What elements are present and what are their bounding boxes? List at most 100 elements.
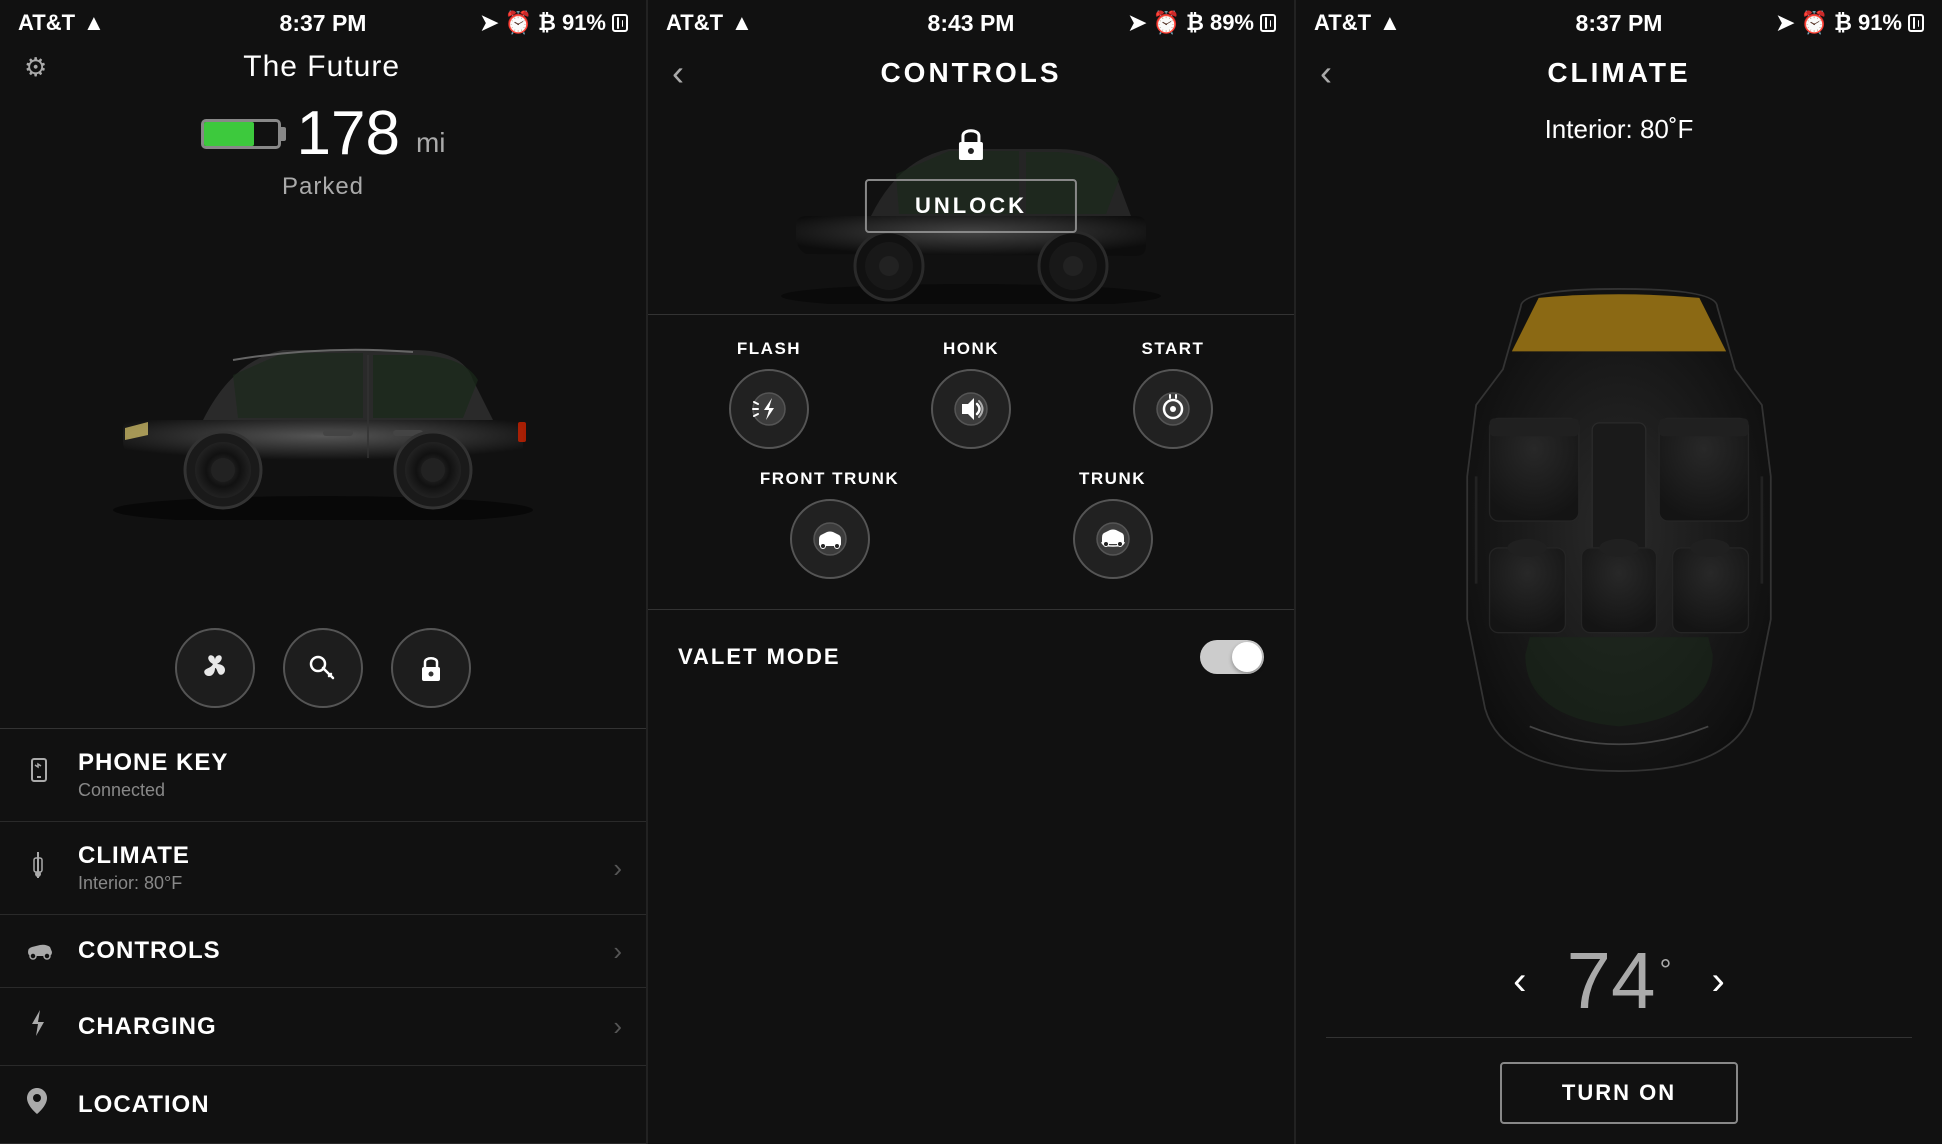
battery-bar-2 (1260, 14, 1276, 32)
panel-controls: AT&T ▲ 8:43 PM ➤ ⏰ ₿ 89% ‹ CONTROLS (646, 0, 1294, 1144)
valet-mode-row: VALET MODE (648, 640, 1294, 674)
wifi-icon-2: ▲ (731, 10, 753, 36)
wifi-icon-3: ▲ (1379, 10, 1401, 36)
toggle-thumb (1232, 642, 1262, 672)
bt-icon-1: ₿ (538, 10, 556, 36)
unlock-container: UNLOCK (865, 124, 1077, 233)
lock-button[interactable] (391, 628, 471, 708)
temperature-value: 74° (1567, 935, 1672, 1027)
car-side-svg (73, 300, 573, 520)
charging-text: CHARGING (78, 1013, 613, 1041)
start-button[interactable] (1133, 369, 1213, 449)
temp-decrease-button[interactable]: ‹ (1503, 949, 1536, 1014)
trunk-button[interactable] (1073, 499, 1153, 579)
time-2: 8:43 PM (928, 10, 1015, 37)
status-bar-1: AT&T ▲ 8:37 PM ➤ ⏰ ₿ 91% (0, 0, 646, 40)
valet-mode-label: VALET MODE (678, 644, 841, 670)
controls-grid-row1: FLASH HONK START (648, 339, 1294, 469)
ctrl-trunk: TRUNK (971, 469, 1254, 579)
menu-item-location[interactable]: LOCATION (0, 1066, 646, 1144)
controls-car-area: UNLOCK (648, 94, 1294, 314)
start-label: START (1142, 339, 1205, 359)
range-unit: mi (416, 127, 446, 159)
honk-label: HONK (943, 339, 999, 359)
menu-item-charging[interactable]: CHARGING › (0, 988, 646, 1066)
menu-item-controls[interactable]: CONTROLS › (0, 915, 646, 988)
controls-header: ‹ CONTROLS (648, 40, 1294, 94)
battery-pct-2: 89% (1210, 10, 1254, 36)
key-button[interactable] (283, 628, 363, 708)
controls-title-header: CONTROLS (880, 57, 1061, 89)
wifi-icon-1: ▲ (83, 10, 105, 36)
phone-key-sub: Connected (78, 780, 622, 801)
flash-label: FLASH (737, 339, 801, 359)
climate-icon (24, 850, 64, 887)
interior-temp-label: Interior: 80˚F (1296, 114, 1942, 145)
time-1: 8:37 PM (280, 10, 367, 37)
status-bar-3: AT&T ▲ 8:37 PM ➤ ⏰ ₿ 91% (1296, 0, 1942, 40)
vehicle-name: The Future (243, 50, 400, 84)
location-icon-2: ➤ (1128, 10, 1146, 36)
back-button-2[interactable]: ‹ (672, 52, 684, 94)
climate-sub: Interior: 80°F (78, 873, 613, 894)
gear-icon[interactable]: ⚙ (24, 52, 47, 83)
controls-divider-1 (648, 314, 1294, 315)
ctrl-front-trunk: FRONT TRUNK (688, 469, 971, 579)
controls-icon (24, 935, 64, 967)
turn-on-button[interactable]: TURN ON (1500, 1062, 1738, 1124)
controls-text: CONTROLS (78, 937, 613, 965)
ctrl-honk: HONK (870, 339, 1072, 449)
temp-unit: ° (1659, 954, 1671, 987)
battery-bar-1 (612, 14, 628, 32)
battery-pct-3: 91% (1858, 10, 1902, 36)
phone-key-text: PHONE KEY Connected (78, 749, 622, 801)
carrier-1: AT&T (18, 10, 75, 36)
location-title: LOCATION (78, 1091, 622, 1119)
alarm-icon-2: ⏰ (1153, 10, 1180, 36)
charging-arrow: › (613, 1011, 622, 1042)
climate-car-topdown-svg (1449, 280, 1789, 780)
menu-item-phone-key[interactable]: PHONE KEY Connected (0, 729, 646, 822)
unlock-button[interactable]: UNLOCK (865, 179, 1077, 233)
menu-list: PHONE KEY Connected CLIMATE Interior: 80… (0, 728, 646, 1144)
carrier-2: AT&T (666, 10, 723, 36)
panel-main: AT&T ▲ 8:37 PM ➤ ⏰ ₿ 91% ⚙ The Future 17… (0, 0, 646, 1144)
alarm-icon-3: ⏰ (1801, 10, 1828, 36)
valet-mode-toggle[interactable] (1200, 640, 1264, 674)
controls-divider-2 (648, 609, 1294, 610)
climate-title: CLIMATE (78, 842, 613, 870)
range-row: 178 mi (0, 98, 646, 169)
front-trunk-label: FRONT TRUNK (760, 469, 899, 489)
temp-increase-button[interactable]: › (1701, 949, 1734, 1014)
quick-actions (0, 628, 646, 708)
honk-button[interactable] (931, 369, 1011, 449)
front-trunk-button[interactable] (790, 499, 870, 579)
phone-key-icon (24, 757, 64, 794)
ctrl-flash: FLASH (668, 339, 870, 449)
alarm-icon-1: ⏰ (505, 10, 532, 36)
flash-button[interactable] (729, 369, 809, 449)
battery-bar-3 (1908, 14, 1924, 32)
climate-divider (1326, 1037, 1912, 1038)
ctrl-start: START (1072, 339, 1274, 449)
battery-pct-1: 91% (562, 10, 606, 36)
location-text: LOCATION (78, 1091, 622, 1119)
range-value: 178 (297, 98, 400, 169)
car-image-area (0, 201, 646, 618)
controls-title: CONTROLS (78, 937, 613, 965)
carrier-3: AT&T (1314, 10, 1371, 36)
battery-indicator (201, 119, 281, 149)
location-icon-1: ➤ (480, 10, 498, 36)
lock-icon-ctrl (953, 124, 989, 171)
charging-icon (24, 1008, 64, 1045)
climate-title-header: CLIMATE (1547, 57, 1690, 89)
menu-item-climate[interactable]: CLIMATE Interior: 80°F › (0, 822, 646, 915)
fan-button[interactable] (175, 628, 255, 708)
climate-arrow: › (613, 853, 622, 884)
back-button-3[interactable]: ‹ (1320, 52, 1332, 94)
trunk-label: TRUNK (1079, 469, 1146, 489)
controls-arrow: › (613, 936, 622, 967)
location-icon (24, 1086, 64, 1123)
temperature-control: ‹ 74° › (1296, 915, 1942, 1037)
bt-icon-3: ₿ (1834, 10, 1852, 36)
